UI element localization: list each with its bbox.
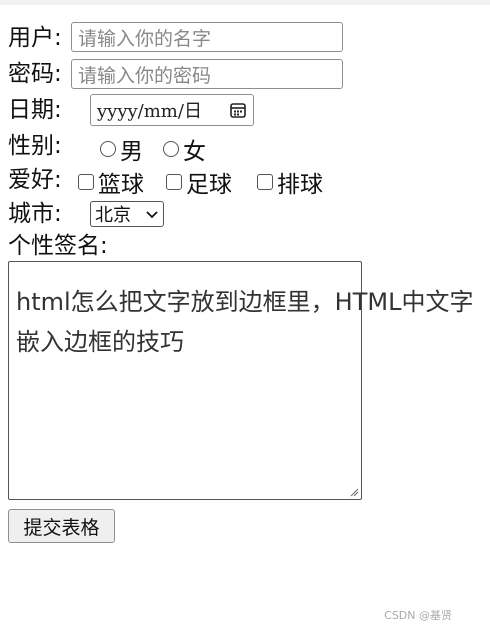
hobby-row: 爱好: [8,164,62,196]
hobby-football-checkbox[interactable] [166,174,182,190]
signature-row: 个性签名: [8,230,108,262]
gender-female-option[interactable]: 女 [163,132,206,166]
hobby-volleyball-option[interactable]: 排球 [257,165,323,199]
gender-male-option[interactable]: 男 [100,132,143,166]
gender-male-label: 男 [120,139,143,165]
calendar-icon[interactable] [229,101,247,119]
hobby-basketball-checkbox[interactable] [78,174,94,190]
username-label: 用户: [8,24,62,51]
city-row: 城市: [8,198,62,230]
csdn-watermark: CSDN @基贤 [384,609,452,622]
resize-handle-icon[interactable] [349,487,359,497]
gender-male-radio[interactable] [100,141,116,157]
password-input[interactable]: 请输入你的密码 [71,59,343,89]
gender-female-radio[interactable] [163,141,179,157]
username-input[interactable]: 请输入你的名字 [71,22,343,52]
city-selected-value: 北京 [95,205,131,226]
hobby-basketball-label: 篮球 [98,172,144,198]
date-placeholder: yyyy/mm/日 [97,101,202,122]
chevron-down-icon [146,211,158,219]
signature-label: 个性签名: [8,232,108,259]
gender-label: 性别: [8,132,62,159]
city-label: 城市: [8,200,62,227]
submit-button[interactable]: 提交表格 [8,509,115,543]
date-label: 日期: [8,96,62,123]
hobby-football-option[interactable]: 足球 [166,165,232,199]
hobby-basketball-option[interactable]: 篮球 [78,165,144,199]
username-row: 用户: [8,22,62,54]
date-input[interactable]: yyyy/mm/日 [90,94,254,126]
city-select[interactable]: 北京 [90,201,164,227]
hobby-volleyball-label: 排球 [277,172,323,198]
date-row: 日期: [8,94,62,126]
top-border [0,0,490,5]
hobby-football-label: 足球 [186,172,232,198]
gender-female-label: 女 [183,139,206,165]
gender-row: 性别: [8,130,62,162]
password-label: 密码: [8,60,62,87]
password-row: 密码: [8,58,62,90]
overlay-title-text: html怎么把文字放到边框里，HTML中文字嵌入边框的技巧 [16,288,474,356]
hobby-volleyball-checkbox[interactable] [257,174,273,190]
hobby-label: 爱好: [8,166,62,193]
